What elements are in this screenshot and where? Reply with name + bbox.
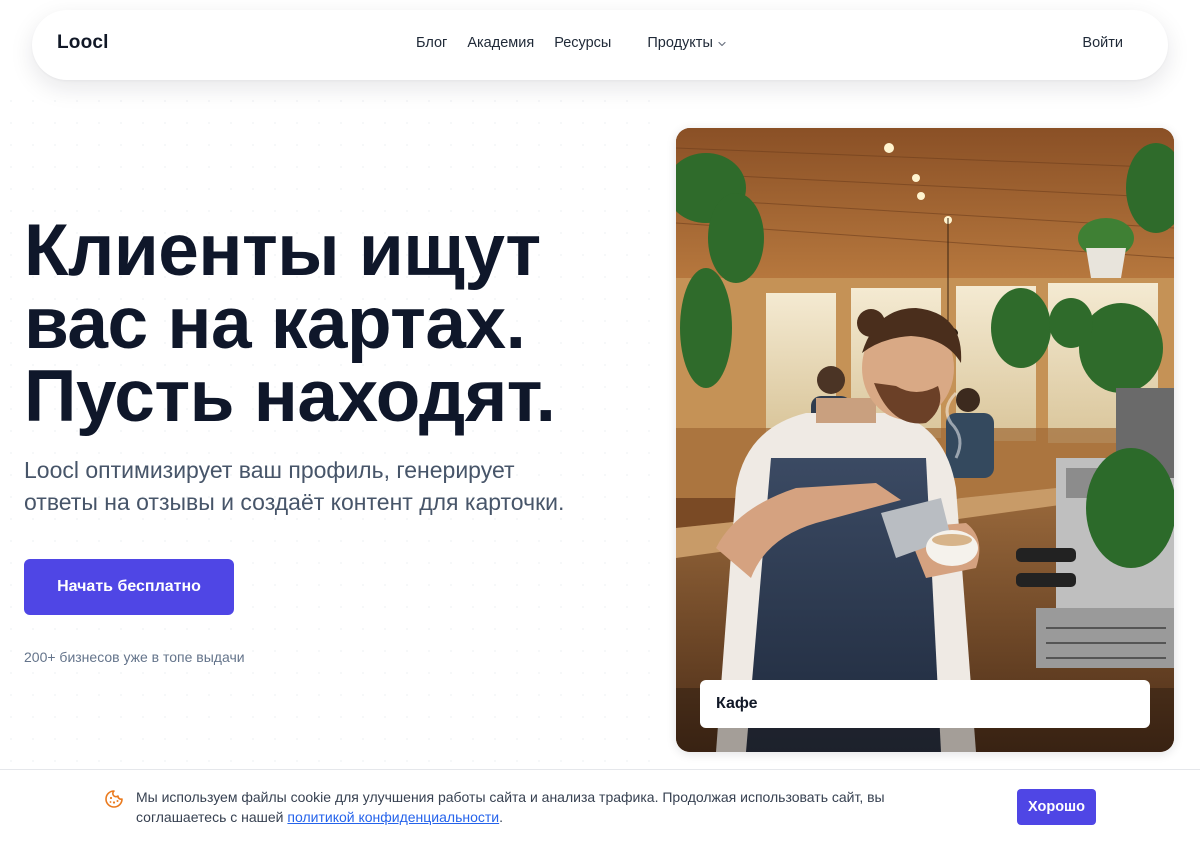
social-proof-text: 200+ бизнесов уже в топе выдачи	[24, 649, 245, 665]
cookie-text-prefix: соглашаетесь с нашей	[136, 809, 288, 825]
chevron-down-icon	[718, 41, 726, 47]
cafe-barista-image	[676, 128, 1174, 752]
nav-link-academy[interactable]: Академия	[467, 35, 534, 51]
business-category-label: Кафе	[700, 680, 1150, 728]
logo[interactable]: Loocl	[57, 32, 109, 54]
start-free-button[interactable]: Начать бесплатно	[24, 559, 234, 615]
login-link[interactable]: Войти	[1082, 35, 1123, 51]
nav-products-label: Продукты	[647, 35, 713, 51]
privacy-policy-link[interactable]: политикой конфиденциальности	[287, 809, 499, 825]
hero-subtitle: Loocl оптимизирует ваш профиль, генериру…	[24, 454, 664, 518]
cookie-banner: Мы используем файлы cookie для улучшения…	[0, 769, 1200, 842]
hero-title: Клиенты ищут вас на картах. Пусть находя…	[24, 214, 664, 433]
hero-title-line: вас на картах.	[24, 283, 526, 364]
cookie-text-suffix: .	[499, 809, 504, 825]
nav-link-resources[interactable]: Ресурсы	[554, 35, 611, 51]
hero-subtitle-line: Loocl оптимизирует ваш профиль, генериру…	[24, 457, 515, 483]
cookie-icon	[105, 790, 123, 808]
nav-link-blog[interactable]: Блог	[416, 35, 447, 51]
cookie-text: Мы используем файлы cookie для улучшения…	[136, 787, 956, 827]
hero-subtitle-line: ответы на отзывы и создаёт контент для к…	[24, 489, 565, 515]
hero-title-line: Пусть находят.	[24, 356, 556, 437]
cookie-text-line: Мы используем файлы cookie для улучшения…	[136, 789, 885, 805]
cookie-accept-button[interactable]: Хорошо	[1017, 789, 1096, 825]
cookie-text-line: соглашаетесь с нашей политикой конфиденц…	[136, 807, 956, 827]
nav-links: Блог Академия Ресурсы Продукты	[416, 35, 727, 51]
top-navbar: Loocl Блог Академия Ресурсы Продукты Вой…	[32, 10, 1168, 80]
page: Loocl Блог Академия Ресурсы Продукты Вой…	[0, 0, 1200, 842]
hero-title-line: Клиенты ищут	[24, 210, 541, 291]
hero-photo-card: Кафе	[676, 128, 1174, 752]
nav-products-dropdown[interactable]: Продукты	[647, 35, 727, 51]
